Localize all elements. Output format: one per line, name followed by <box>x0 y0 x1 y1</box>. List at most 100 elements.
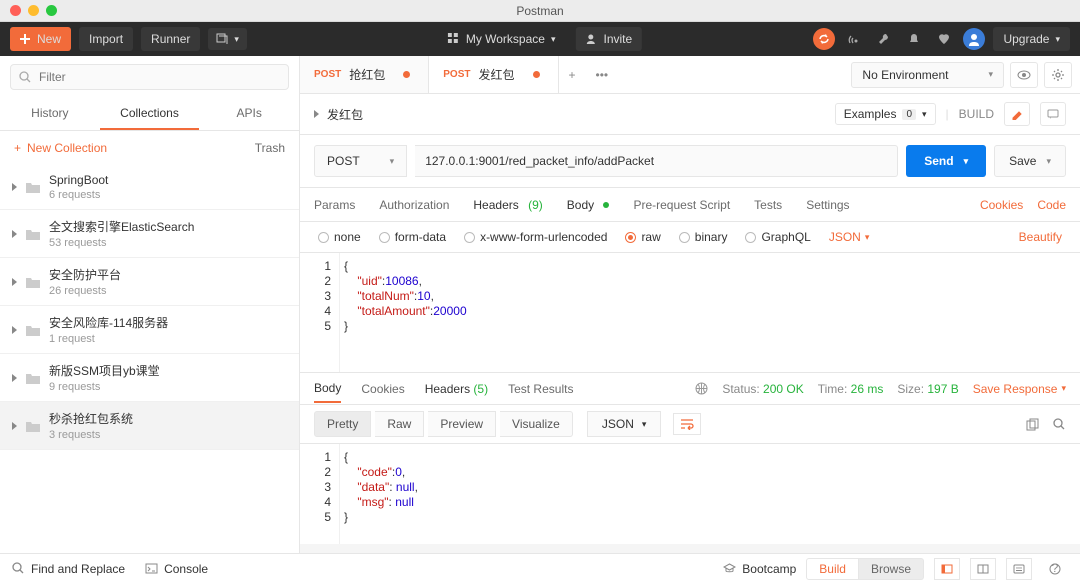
request-tab[interactable]: POST抢红包 <box>300 56 429 93</box>
close-window-icon[interactable] <box>10 5 21 16</box>
response-tab-headers[interactable]: Headers (5) <box>425 382 488 396</box>
wrap-lines-button[interactable] <box>673 413 701 435</box>
filter-input-wrap[interactable] <box>10 64 289 90</box>
body-binary[interactable]: binary <box>679 230 728 244</box>
chevron-right-icon[interactable] <box>314 110 319 118</box>
workspace-selector[interactable]: My Workspace ▾ <box>438 27 566 51</box>
tab-prerequest[interactable]: Pre-request Script <box>633 198 730 212</box>
bell-icon <box>907 32 921 46</box>
avatar[interactable] <box>963 28 985 50</box>
response-tab-tests[interactable]: Test Results <box>508 382 573 396</box>
response-tab-body[interactable]: Body <box>314 381 341 403</box>
console-button[interactable]: Console <box>145 562 208 576</box>
method-selector[interactable]: POST▾ <box>314 145 407 177</box>
view-pretty[interactable]: Pretty <box>314 411 371 437</box>
mode-browse[interactable]: Browse <box>859 558 924 580</box>
trash-link[interactable]: Trash <box>255 141 285 155</box>
search-response-icon[interactable] <box>1053 418 1066 431</box>
environment-selector[interactable]: No Environment▾ <box>851 62 1004 88</box>
body-urlencoded[interactable]: x-www-form-urlencoded <box>464 230 607 244</box>
tab-body[interactable]: Body <box>567 198 610 212</box>
examples-dropdown[interactable]: Examples 0 ▾ <box>835 103 936 125</box>
maximize-window-icon[interactable] <box>46 5 57 16</box>
gear-icon <box>1051 68 1065 82</box>
url-input[interactable]: 127.0.0.1:9001/red_packet_info/addPacket <box>415 145 898 177</box>
beautify-button[interactable]: Beautify <box>1019 230 1062 244</box>
edit-button[interactable] <box>1004 102 1030 126</box>
request-tab[interactable]: POST发红包 <box>429 56 558 93</box>
collection-name: 新版SSM项目yb课堂 <box>49 362 160 379</box>
new-collection-button[interactable]: New Collection <box>27 141 107 155</box>
svg-text:?: ? <box>1052 563 1059 575</box>
minimize-window-icon[interactable] <box>28 5 39 16</box>
body-formdata[interactable]: form-data <box>379 230 446 244</box>
sidebar-tab-history[interactable]: History <box>0 98 100 130</box>
find-replace-button[interactable]: Find and Replace <box>12 562 125 576</box>
response-body-viewer[interactable]: 12345 { "code":0, "data": null, "msg": n… <box>300 444 1080 544</box>
save-response-button[interactable]: Save Response▾ <box>973 382 1066 396</box>
environment-settings-button[interactable] <box>1044 62 1072 88</box>
tab-tests[interactable]: Tests <box>754 198 782 212</box>
tab-settings[interactable]: Settings <box>806 198 849 212</box>
cookies-link[interactable]: Cookies <box>980 198 1023 212</box>
tab-headers[interactable]: Headers (9) <box>473 198 542 212</box>
help-icon[interactable]: ? <box>1042 558 1068 580</box>
mode-build[interactable]: Build <box>806 558 859 580</box>
tab-options-button[interactable]: ••• <box>586 68 619 82</box>
sidebar-tab-collections[interactable]: Collections <box>100 98 200 130</box>
folder-icon <box>25 323 41 337</box>
upgrade-button[interactable]: Upgrade▾ <box>993 27 1070 51</box>
heart-icon <box>937 32 951 46</box>
invite-button[interactable]: Invite <box>575 27 642 51</box>
collection-item[interactable]: 全文搜索引擎ElasticSearch53 requests <box>0 210 299 258</box>
body-raw[interactable]: raw <box>625 230 660 244</box>
chevron-right-icon <box>12 183 17 191</box>
comments-button[interactable] <box>1040 102 1066 126</box>
layout-split-icon[interactable] <box>970 558 996 580</box>
response-tab-cookies[interactable]: Cookies <box>361 382 404 396</box>
view-visualize[interactable]: Visualize <box>500 411 573 437</box>
view-raw[interactable]: Raw <box>375 411 424 437</box>
import-button[interactable]: Import <box>79 27 133 51</box>
environment-quicklook-button[interactable] <box>1010 62 1038 88</box>
body-graphql[interactable]: GraphQL <box>745 230 810 244</box>
sidebar-tab-apis[interactable]: APIs <box>199 98 299 130</box>
tab-authorization[interactable]: Authorization <box>379 198 449 212</box>
collection-item[interactable]: 秒杀抢红包系统 3 requests <box>0 402 299 450</box>
tab-params[interactable]: Params <box>314 198 355 212</box>
window-options-button[interactable]: ▾ <box>208 28 247 50</box>
view-preview[interactable]: Preview <box>428 411 496 437</box>
collection-item[interactable]: 新版SSM项目yb课堂9 requests <box>0 354 299 402</box>
globe-icon <box>695 382 708 395</box>
save-button[interactable]: Save▾ <box>994 145 1066 177</box>
send-button[interactable]: Send▾ <box>906 145 986 177</box>
collection-item[interactable]: SpringBoot6 requests <box>0 165 299 210</box>
collection-count: 53 requests <box>49 237 194 249</box>
layout-single-icon[interactable] <box>934 558 960 580</box>
collection-count: 1 request <box>49 333 168 345</box>
response-type-selector[interactable]: JSON▾ <box>587 411 662 437</box>
capture-button[interactable] <box>843 28 865 50</box>
new-tab-button[interactable]: + <box>559 68 586 82</box>
bootcamp-button[interactable]: Bootcamp <box>723 562 796 576</box>
new-button[interactable]: New <box>10 27 71 51</box>
body-none[interactable]: none <box>318 230 361 244</box>
notifications-button[interactable] <box>903 28 925 50</box>
code-link[interactable]: Code <box>1037 198 1066 212</box>
favorite-button[interactable] <box>933 28 955 50</box>
collection-count: 3 requests <box>49 429 133 441</box>
collection-item[interactable]: 安全风险库-114服务器1 request <box>0 306 299 354</box>
filter-input[interactable] <box>37 69 280 85</box>
collection-item[interactable]: 安全防护平台26 requests <box>0 258 299 306</box>
runner-button[interactable]: Runner <box>141 27 200 51</box>
settings-wrench-button[interactable] <box>873 28 895 50</box>
sync-button[interactable] <box>813 28 835 50</box>
copy-icon[interactable] <box>1026 418 1039 431</box>
collection-name: 秒杀抢红包系统 <box>49 410 133 427</box>
body-type-selector[interactable]: JSON▾ <box>829 230 870 244</box>
request-body-editor[interactable]: 12345 { "uid":10086, "totalNum":10, "tot… <box>300 253 1080 373</box>
folder-icon <box>25 371 41 385</box>
keyboard-shortcuts-icon[interactable] <box>1006 558 1032 580</box>
folder-icon <box>25 180 41 194</box>
tab-label: 发红包 <box>478 66 514 83</box>
